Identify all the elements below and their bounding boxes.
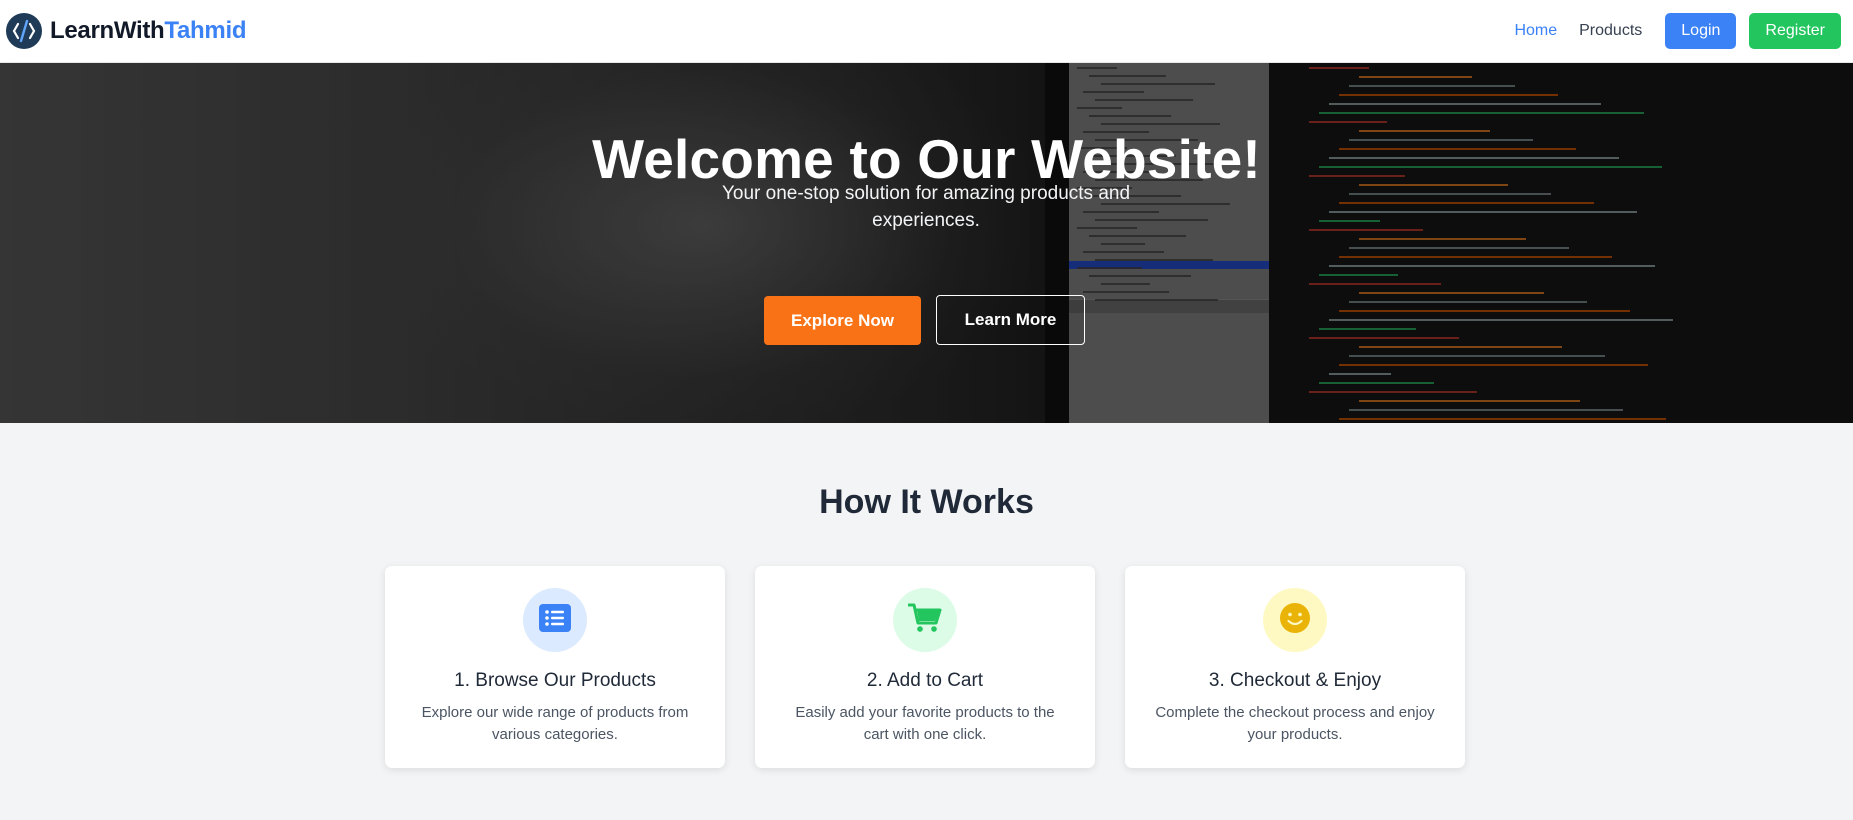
step-title: 1. Browse Our Products [454,670,656,691]
hero-content: Welcome to Our Website! Your one-stop so… [0,63,1853,423]
code-slash-icon [6,13,42,49]
hero-subtitle: Your one-stop solution for amazing produ… [721,183,1131,231]
step-description: Explore our wide range of products from … [421,704,689,743]
how-it-works-title: How It Works [819,483,1034,521]
login-button[interactable]: Login [1665,13,1737,49]
step-title: 3. Checkout & Enjoy [1208,670,1382,691]
nav-menu: Home Products Login Register [1492,13,1841,49]
brand[interactable]: LearnWithTahmid [6,13,246,49]
brand-name: LearnWithTahmid [50,17,246,45]
step-description: Complete the checkout process and enjoy … [1155,704,1435,743]
hero-banner: Welcome to Our Website! Your one-stop so… [0,63,1853,423]
step-card-browse: 1. Browse Our Products Explore our wide … [385,566,725,768]
nav-link-products[interactable]: Products [1579,22,1642,40]
learn-more-button[interactable]: Learn More [936,295,1085,345]
cart-icon [907,603,942,638]
smile-icon [1279,602,1311,639]
brand-name-part1: LearnWith [50,17,165,44]
step-card-checkout: 3. Checkout & Enjoy Complete the checkou… [1125,566,1465,768]
step-description: Easily add your favorite products to the… [795,704,1055,743]
navbar: LearnWithTahmid Home Products Login Regi… [0,0,1853,63]
list-icon [539,603,571,637]
step-card-cart: 2. Add to Cart Easily add your favorite … [755,566,1095,768]
brand-name-part2: Tahmid [164,17,247,44]
step-icon-circle [1263,588,1327,652]
step-icon-circle [893,588,957,652]
register-button[interactable]: Register [1749,13,1841,49]
step-title: 2. Add to Cart [866,670,984,691]
nav-link-home[interactable]: Home [1514,22,1557,40]
explore-now-button[interactable]: Explore Now [764,296,921,345]
step-icon-circle [523,588,587,652]
